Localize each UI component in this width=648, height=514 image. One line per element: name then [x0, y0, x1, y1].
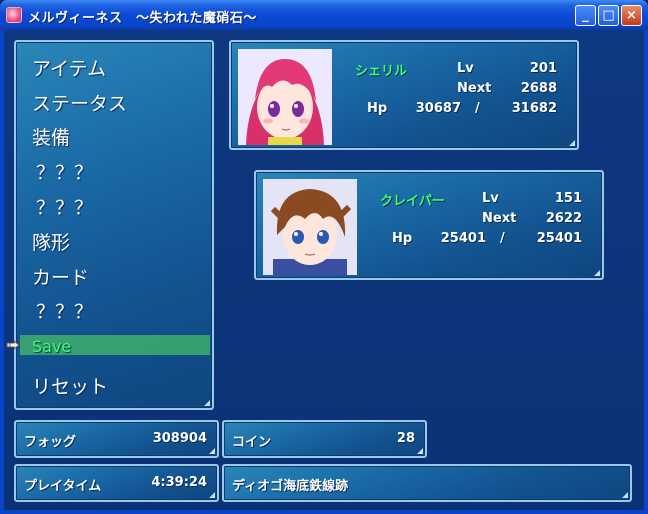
coin-value: 28	[396, 431, 415, 446]
portrait-image	[238, 49, 332, 145]
menu-item-reset[interactable]: リセット	[32, 372, 108, 399]
menu-item-equip[interactable]: 装備	[32, 123, 70, 150]
next-exp-label: Next	[457, 81, 492, 96]
coin-window: コイン 28	[222, 420, 427, 458]
fog-window: フォッグ 308904	[14, 420, 219, 458]
window-frame-bottom	[0, 510, 648, 514]
level-value: 151	[554, 191, 582, 206]
character-portrait-claypar	[263, 179, 357, 275]
hp-separator: /	[475, 101, 480, 116]
maximize-button[interactable]: □	[598, 5, 619, 26]
level-value: 201	[529, 61, 557, 76]
location-window: ディオゴ海底鉄線跡	[222, 464, 632, 502]
game-screen: アイテム ステータス 装備 ？？？ ？？？ 隊形 カード ？？？ Save リセ…	[4, 30, 644, 510]
menu-item-save[interactable]: Save	[32, 337, 71, 356]
hp-separator: /	[500, 231, 505, 246]
portrait-image	[263, 179, 357, 275]
hp-label: Hp	[392, 231, 413, 246]
level-label: Lv	[457, 61, 474, 76]
menu-item-card[interactable]: カード	[32, 263, 89, 290]
playtime-window: プレイタイム 4:39:24	[14, 464, 219, 502]
title-bar[interactable]: メルヴィーネス 〜失われた魔硝石〜 _ □ ×	[0, 0, 648, 30]
next-exp-value: 2688	[520, 81, 557, 96]
hp-label: Hp	[367, 101, 388, 116]
hp-max: 25401	[536, 231, 582, 246]
level-label: Lv	[482, 191, 499, 206]
party-member-card-2[interactable]: クレイパー Lv 151 Next 2622 Hp 25401 / 25401	[254, 170, 604, 280]
hp-current: 25401	[440, 231, 486, 246]
menu-item-item[interactable]: アイテム	[32, 54, 106, 81]
menu-item-unknown-3[interactable]: ？？？	[36, 297, 93, 324]
pointing-hand-icon	[6, 339, 20, 351]
menu-item-formation[interactable]: 隊形	[32, 228, 70, 255]
menu-item-unknown-2[interactable]: ？？？	[36, 193, 93, 220]
party-member-card-1[interactable]: シェリル Lv 201 Next 2688 Hp 30687 / 31682	[229, 40, 579, 150]
menu-item-status[interactable]: ステータス	[32, 89, 127, 116]
close-button[interactable]: ×	[621, 5, 642, 26]
app-icon	[6, 7, 22, 23]
next-exp-value: 2622	[545, 211, 582, 226]
playtime-value: 4:39:24	[151, 475, 207, 490]
menu-item-unknown-1[interactable]: ？？？	[36, 158, 93, 185]
coin-label: コイン	[232, 435, 272, 450]
hp-max: 31682	[511, 101, 557, 116]
location-name: ディオゴ海底鉄線跡	[232, 479, 349, 494]
character-portrait-sheryl	[238, 49, 332, 145]
playtime-label: プレイタイム	[24, 479, 102, 494]
fog-label: フォッグ	[24, 435, 77, 450]
window-frame-right	[644, 30, 648, 514]
next-exp-label: Next	[482, 211, 517, 226]
window-title: メルヴィーネス 〜失われた魔硝石〜	[28, 11, 257, 26]
hp-current: 30687	[415, 101, 461, 116]
command-menu: アイテム ステータス 装備 ？？？ ？？？ 隊形 カード ？？？ Save リセ…	[6, 40, 214, 410]
character-name: クレイパー	[380, 194, 445, 209]
minimize-button[interactable]: _	[575, 5, 596, 26]
fog-value: 308904	[152, 431, 207, 446]
character-name: シェリル	[355, 64, 408, 79]
